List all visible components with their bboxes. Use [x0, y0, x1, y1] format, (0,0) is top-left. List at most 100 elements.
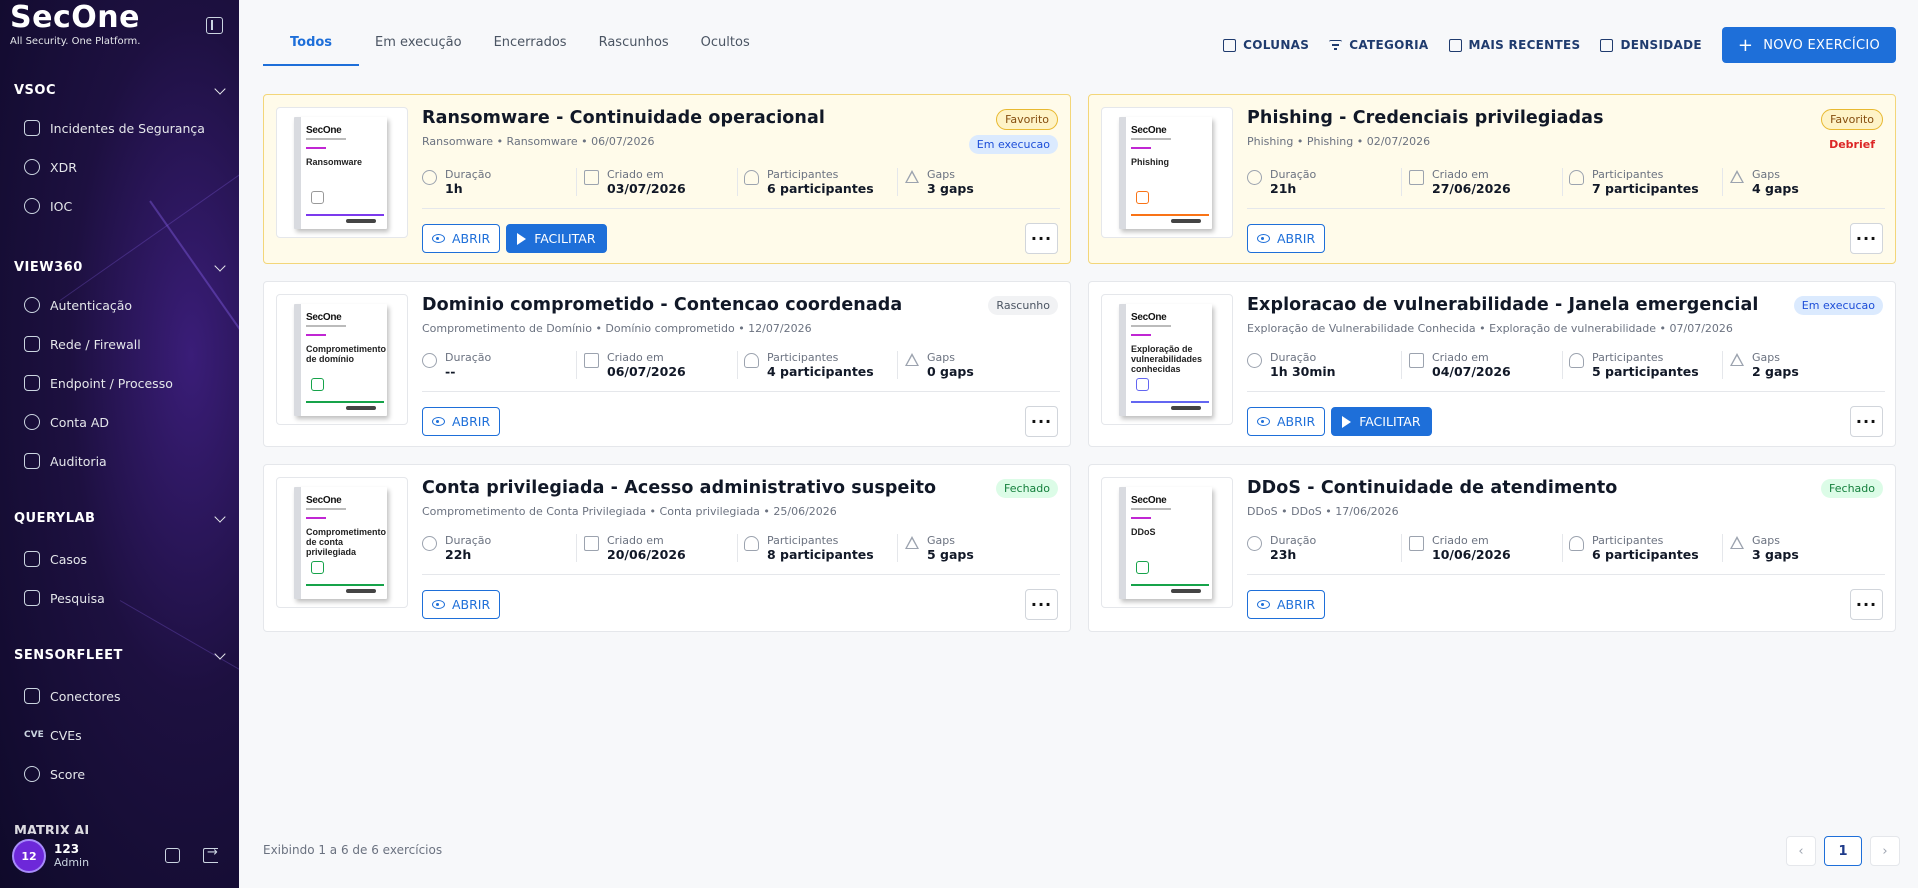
section-title: SENSORFLEET [14, 648, 123, 663]
cover-book: SecOne DDoS [1119, 487, 1212, 599]
stat-duration: Duração 1h [422, 168, 491, 197]
stat-label: Criado em [1432, 534, 1489, 547]
facilitate-button[interactable]: FACILITAR [506, 224, 607, 253]
tab-rascunhos[interactable]: Rascunhos [583, 28, 685, 66]
exercise-cover: SecOne Exploração de vulnerabilidades co… [1101, 294, 1233, 425]
cve-icon: CVE [24, 730, 44, 740]
card-actions: ABRIR [422, 407, 501, 436]
stat-label: Participantes [767, 534, 839, 547]
avatar[interactable]: 12 [12, 839, 46, 873]
nav-ioc[interactable]: IOC [24, 198, 224, 214]
tab-em-execucao[interactable]: Em execução [359, 28, 478, 66]
user-icon [24, 414, 40, 430]
nav-pesquisa[interactable]: Pesquisa [24, 590, 224, 606]
sort-button[interactable]: MAIS RECENTES [1448, 38, 1581, 52]
open-button[interactable]: ABRIR [1247, 224, 1326, 253]
connector-icon [24, 688, 40, 704]
exercise-title[interactable]: Exploracao de vulnerabilidade - Janela e… [1247, 295, 1759, 315]
warning-icon [1730, 170, 1744, 183]
cover-line [306, 214, 384, 216]
exercise-card[interactable]: SecOne Ransomware Ransomware - Continuid… [263, 94, 1071, 264]
new-exercise-button[interactable]: + NOVO EXERCÍCIO [1721, 27, 1896, 63]
exercise-title[interactable]: Conta privilegiada - Acesso administrati… [422, 478, 936, 498]
collapse-sidebar-icon[interactable] [206, 17, 223, 34]
stat-label: Criado em [607, 534, 664, 547]
section-matrix-ai[interactable]: MATRIX AI [14, 824, 89, 834]
logout-icon[interactable] [203, 845, 218, 863]
nav-casos[interactable]: Casos [24, 551, 224, 567]
calendar-icon [1448, 38, 1462, 52]
nav-auditoria[interactable]: Auditoria [24, 453, 224, 469]
cover-book: SecOne Comprometimento de domínio [294, 304, 387, 416]
open-button[interactable]: ABRIR [1247, 590, 1326, 619]
section-sensorfleet[interactable]: SENSORFLEET [14, 648, 226, 663]
cover-rule [306, 138, 346, 140]
nav-autenticacao[interactable]: Autenticação [24, 297, 224, 313]
more-options-button[interactable]: ··· [1025, 223, 1058, 254]
nav-cves[interactable]: CVE CVEs [24, 727, 224, 743]
more-options-button[interactable]: ··· [1025, 406, 1058, 437]
nav-xdr[interactable]: XDR [24, 159, 224, 175]
nav-rede-firewall[interactable]: Rede / Firewall [24, 336, 224, 352]
exercise-subtitle: Ransomware • Ransomware • 06/07/2026 [422, 135, 655, 148]
next-page-button[interactable]: › [1870, 836, 1900, 866]
section-view360[interactable]: VIEW360 [14, 260, 226, 275]
cover-footer-logo [346, 589, 376, 593]
more-options-button[interactable]: ··· [1025, 589, 1058, 620]
stat-label: Gaps [1752, 168, 1780, 181]
stat-value: 27/06/2026 [1432, 181, 1511, 196]
stat-divider [1722, 534, 1723, 562]
section-vsoc[interactable]: VSOC [14, 83, 226, 98]
badge-group: Em execucao [1793, 296, 1883, 315]
clock-icon [1247, 536, 1262, 551]
stat-value: 21h [1270, 181, 1297, 196]
page-button[interactable]: 1 [1824, 836, 1862, 866]
exercise-subtitle: Phishing • Phishing • 02/07/2026 [1247, 135, 1431, 148]
facilitate-button[interactable]: FACILITAR [1331, 407, 1432, 436]
columns-button[interactable]: COLUNAS [1223, 38, 1309, 52]
density-button[interactable]: DENSIDADE [1600, 38, 1702, 52]
more-options-button[interactable]: ··· [1850, 589, 1883, 620]
open-button[interactable]: ABRIR [422, 224, 501, 253]
open-button[interactable]: ABRIR [422, 407, 501, 436]
exercise-title[interactable]: Phishing - Credenciais privilegiadas [1247, 108, 1604, 128]
card-divider [1247, 208, 1885, 209]
more-options-button[interactable]: ··· [1850, 406, 1883, 437]
play-icon [1342, 415, 1352, 428]
nav-conectores[interactable]: Conectores [24, 688, 224, 704]
open-button[interactable]: ABRIR [422, 590, 501, 619]
density-icon [1600, 38, 1614, 52]
exercise-stats: Duração 1h 30min Criado em 04/07/2026 Pa… [1247, 351, 1885, 381]
tab-encerrados[interactable]: Encerrados [478, 28, 583, 66]
cover-book: SecOne Phishing [1119, 117, 1212, 229]
section-querylab[interactable]: QUERYLAB [14, 511, 226, 526]
nav-endpoint[interactable]: Endpoint / Processo [24, 375, 224, 391]
category-button[interactable]: CATEGORIA [1329, 38, 1428, 52]
nav-score[interactable]: Score [24, 766, 224, 782]
exercise-card[interactable]: SecOne Comprometimento de conta privileg… [263, 464, 1071, 632]
brand-tagline: All Security. One Platform. [10, 36, 141, 47]
open-button[interactable]: ABRIR [1247, 407, 1326, 436]
exercise-title[interactable]: Ransomware - Continuidade operacional [422, 108, 825, 128]
search-doc-icon [24, 590, 40, 606]
exercise-card[interactable]: SecOne Comprometimento de domínio Domini… [263, 281, 1071, 447]
tab-ocultos[interactable]: Ocultos [685, 28, 766, 66]
more-options-button[interactable]: ··· [1850, 223, 1883, 254]
cover-rule [306, 325, 346, 327]
people-icon [1569, 170, 1584, 185]
nav-label: Score [50, 766, 86, 782]
calendar-icon[interactable] [165, 848, 180, 863]
user-role: Admin [54, 856, 90, 869]
exercise-title[interactable]: Dominio comprometido - Contencao coorden… [422, 295, 902, 315]
prev-page-button[interactable]: ‹ [1786, 836, 1816, 866]
eye-icon [432, 600, 445, 609]
brand[interactable]: SecOne All Security. One Platform. [10, 0, 140, 47]
exercise-title[interactable]: DDoS - Continuidade de atendimento [1247, 478, 1617, 498]
nav-incidentes[interactable]: Incidentes de Segurança [24, 120, 224, 136]
people-icon [1569, 536, 1584, 551]
exercise-card[interactable]: SecOne DDoS DDoS - Continuidade de atend… [1088, 464, 1896, 632]
nav-conta-ad[interactable]: Conta AD [24, 414, 224, 430]
tab-todos[interactable]: Todos [263, 28, 360, 66]
exercise-card[interactable]: SecOne Exploração de vulnerabilidades co… [1088, 281, 1896, 447]
exercise-card[interactable]: SecOne Phishing Phishing - Credenciais p… [1088, 94, 1896, 264]
